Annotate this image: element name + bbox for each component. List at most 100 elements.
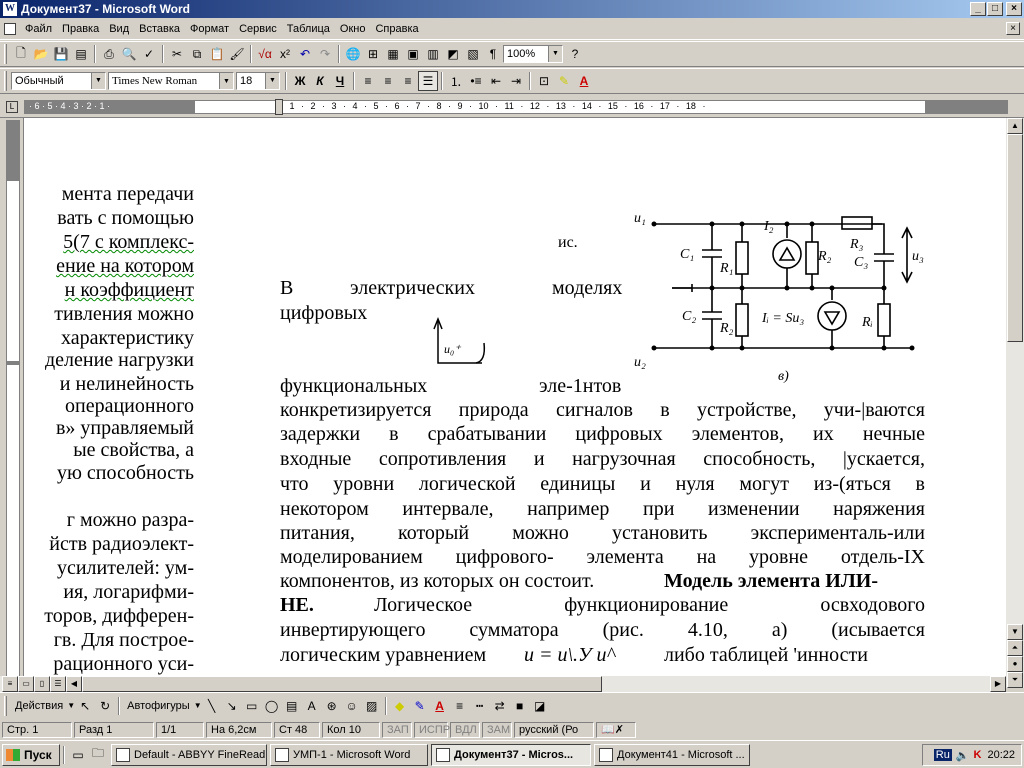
style-select[interactable]: Обычный ▼ [11,72,106,90]
line-icon[interactable]: ╲ [202,696,222,716]
web-view-icon[interactable]: ▭ [18,676,34,692]
toolbar-grip[interactable] [4,695,7,716]
tables-borders-icon[interactable]: ⊞ [363,44,383,64]
justify-icon[interactable]: ☰ [418,71,438,91]
fill-color-icon[interactable]: ◆ [390,696,410,716]
underline-button[interactable]: Ч [330,71,350,91]
task-document41[interactable]: Документ41 - Microsoft ... [594,743,750,766]
insert-table-icon[interactable]: ▦ [383,44,403,64]
line-style-icon[interactable]: ≡ [450,696,470,716]
select-objects-icon[interactable]: ↖ [75,696,95,716]
status-extend[interactable]: ВДЛ [450,722,480,738]
decrease-indent-icon[interactable]: ⇤ [486,71,506,91]
rotate-icon[interactable]: ↻ [95,696,115,716]
menu-format[interactable]: Формат [185,23,234,35]
tab-selector-icon[interactable]: L [6,101,18,113]
zoom-select[interactable]: 100% ▼ [503,45,563,63]
bold-button[interactable]: Ж [290,71,310,91]
save-icon[interactable]: 💾 [51,44,71,64]
bullets-icon[interactable]: •≡ [466,71,486,91]
undo-icon[interactable]: ↶ [295,44,315,64]
format-painter-icon[interactable]: 🖌 [227,44,247,64]
word-app-icon[interactable]: W [3,2,17,16]
horizontal-ruler[interactable]: L · 6 · 5 · 4 · 3 · 2 · 1 · · 1 · 2 · 3 … [0,96,1024,118]
align-right-icon[interactable]: ≡ [398,71,418,91]
close-document-button[interactable]: × [1006,22,1020,35]
document-icon[interactable] [4,22,16,35]
wordart-icon[interactable]: A [302,696,322,716]
actions-menu[interactable]: Действия [11,700,67,712]
status-overtype[interactable]: ЗАМ [482,722,512,738]
open-folder-icon[interactable]: 📂 [31,44,51,64]
font-select[interactable]: Times New Roman ▼ [108,72,234,90]
cut-icon[interactable]: ✂ [167,44,187,64]
indent-marker[interactable] [275,99,283,115]
menu-edit[interactable]: Правка [57,23,104,35]
antivirus-icon[interactable]: K [974,749,982,761]
shadow-icon[interactable]: ■ [510,696,530,716]
document-page[interactable]: мента передачи вать с помощью 5(7 с комп… [24,118,1006,676]
increase-indent-icon[interactable]: ⇥ [506,71,526,91]
rectangle-icon[interactable]: ▭ [242,696,262,716]
help-icon[interactable]: ? [565,44,585,64]
normal-view-icon[interactable]: ≡ [2,676,18,692]
dash-style-icon[interactable]: ┅ [470,696,490,716]
outline-view-icon[interactable]: ☰ [50,676,66,692]
insert-excel-icon[interactable]: ▣ [403,44,423,64]
clipart-icon[interactable]: ☺ [342,696,362,716]
print-preview-icon[interactable]: 🔍 [119,44,139,64]
explorer-icon[interactable]: 🗀 [88,745,108,765]
chevron-down-icon[interactable]: ▼ [67,701,75,710]
redo-icon[interactable]: ↷ [315,44,335,64]
show-desktop-icon[interactable]: ▭ [68,745,88,765]
toolbar-grip[interactable] [4,44,7,64]
spelling-icon[interactable]: ✓ [139,44,159,64]
picture-icon[interactable]: ▨ [362,696,382,716]
align-center-icon[interactable]: ≡ [378,71,398,91]
task-abbyy[interactable]: Default - ABBYY FineRead... [111,743,267,766]
previous-page-icon[interactable]: ⏶ [1007,640,1023,656]
scroll-right-icon[interactable]: ▶ [990,676,1006,692]
equation-icon[interactable]: √α [255,44,275,64]
menu-file[interactable]: Файл [20,23,57,35]
vertical-scrollbar[interactable]: ▲ ▼ ⏶ ● ⏷ [1006,118,1024,688]
numbering-icon[interactable]: ⒈ [446,71,466,91]
autoshapes-menu[interactable]: Автофигуры [123,700,194,712]
vertical-ruler[interactable] [0,118,24,688]
close-button[interactable]: × [1006,2,1022,16]
new-document-icon[interactable]: 🗋 [11,44,31,64]
next-page-icon[interactable]: ⏷ [1007,672,1023,688]
oval-icon[interactable]: ◯ [262,696,282,716]
columns-icon[interactable]: ▥ [423,44,443,64]
paste-icon[interactable]: 📋 [207,44,227,64]
borders-icon[interactable]: ⊡ [534,71,554,91]
drawing-icon[interactable]: ◩ [443,44,463,64]
arrow-icon[interactable]: ↘ [222,696,242,716]
scroll-down-icon[interactable]: ▼ [1007,624,1023,640]
font-color-icon[interactable]: A [430,696,450,716]
menu-window[interactable]: Окно [335,23,371,35]
clock[interactable]: 20:22 [987,749,1015,761]
superscript-icon[interactable]: x² [275,44,295,64]
align-left-icon[interactable]: ≡ [358,71,378,91]
font-color-icon[interactable]: A [574,71,594,91]
italic-button[interactable]: К [310,71,330,91]
menu-help[interactable]: Справка [370,23,423,35]
task-ump1[interactable]: УМП-1 - Microsoft Word [270,743,428,766]
chevron-down-icon[interactable]: ▼ [219,73,233,89]
3d-icon[interactable]: ◪ [530,696,550,716]
select-browse-object-icon[interactable]: ● [1007,656,1023,672]
highlight-icon[interactable]: ✎ [554,71,574,91]
scroll-thumb[interactable] [82,676,602,692]
show-formatting-icon[interactable]: ¶ [483,44,503,64]
chevron-down-icon[interactable]: ▼ [265,73,279,89]
horizontal-scrollbar[interactable]: ≡ ▭ ▯ ☰ ◀ ▶ [0,676,1006,692]
status-language[interactable]: русский (Ро [514,722,594,738]
maximize-button[interactable]: □ [987,2,1003,16]
menu-insert[interactable]: Вставка [134,23,185,35]
language-indicator[interactable]: Ru [933,749,952,761]
start-button[interactable]: Пуск [2,743,60,766]
spelling-status-icon[interactable]: 📖✗ [596,722,636,738]
menu-view[interactable]: Вид [104,23,134,35]
scroll-left-icon[interactable]: ◀ [66,676,82,692]
